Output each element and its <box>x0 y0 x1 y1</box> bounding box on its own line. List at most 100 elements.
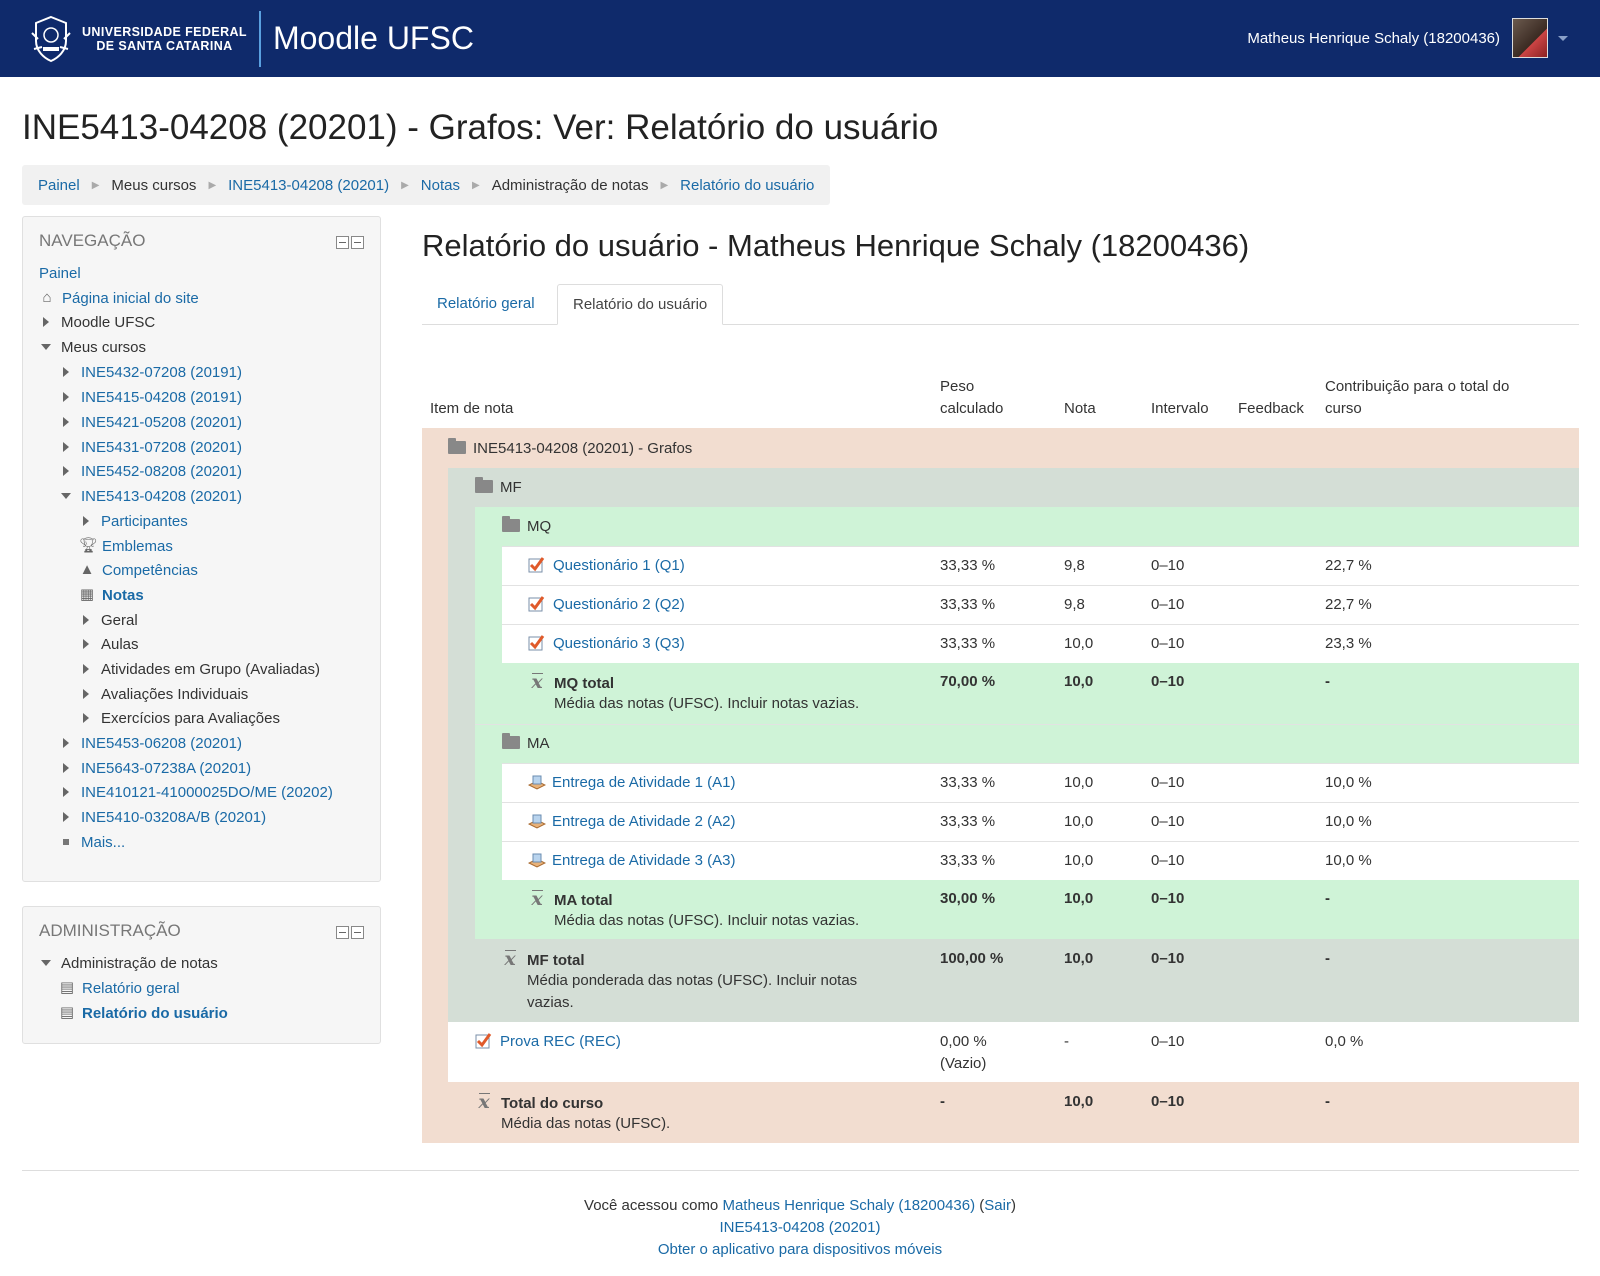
nav-painel[interactable]: Painel <box>39 262 81 284</box>
tab-relatorio-usuario[interactable]: Relatório do usuário <box>557 284 724 325</box>
site-name[interactable]: Moodle UFSC <box>273 20 474 57</box>
contribution-cell: 22,7 % <box>1325 596 1372 613</box>
grade-item-name: Questionário 2 (Q2) <box>553 596 685 613</box>
nav-home[interactable]: ⌂ Página inicial do site <box>39 287 199 309</box>
nav-section-aulas[interactable]: Aulas <box>83 633 139 655</box>
nav-course-label: INE5643-07238A (20201) <box>81 759 252 777</box>
grade-item-quiz-3[interactable]: Questionário 3 (Q3) <box>528 633 685 655</box>
mq-total-desc: Média das notas (UFSC). Incluir notas va… <box>554 695 860 712</box>
nav-course[interactable]: INE5453-06208 (20201) <box>63 732 242 754</box>
user-menu[interactable]: Matheus Henrique Schaly (18200436) <box>1247 18 1568 58</box>
mq-total-name: x MQ total <box>528 671 614 695</box>
nav-course-current[interactable]: INE5413-04208 (20201) <box>61 485 242 507</box>
admin-grades-section[interactable]: Administração de notas <box>41 952 218 974</box>
weight-cell: - <box>940 1093 945 1110</box>
nav-course[interactable]: INE5643-07238A (20201) <box>63 757 251 779</box>
dock-block-icon[interactable] <box>351 926 364 939</box>
report-title: Relatório do usuário - Matheus Henrique … <box>422 228 1250 263</box>
grade-item-rec[interactable]: Prova REC (REC) <box>475 1031 621 1053</box>
breadcrumb-course[interactable]: INE5413-04208 (20201) <box>228 177 389 194</box>
course-total-desc: Média das notas (UFSC). <box>501 1115 671 1132</box>
grade-item-assignment-3[interactable]: Entrega de Atividade 3 (A3) <box>528 850 735 872</box>
mf-total-row: x MF total Média ponderada das notas (UFS… <box>475 939 1579 1022</box>
nav-home-label: Página inicial do site <box>62 289 199 307</box>
nav-my-courses[interactable]: Meus cursos <box>41 336 146 358</box>
nav-course[interactable]: INE5431-07208 (20201) <box>63 436 242 458</box>
grade-item-assignment-1[interactable]: Entrega de Atividade 1 (A1) <box>528 772 735 794</box>
grade-item-quiz-2[interactable]: Questionário 2 (Q2) <box>528 594 685 616</box>
footer-divider <box>22 1170 1579 1171</box>
nav-course[interactable]: INE5452-08208 (20201) <box>63 460 242 482</box>
nav-course[interactable]: INE5415-04208 (20191) <box>63 386 242 408</box>
footer-mobile-app-link[interactable]: Obter o aplicativo para dispositivos móv… <box>658 1241 942 1258</box>
nav-moodle-ufsc-label: Moodle UFSC <box>61 313 156 331</box>
nav-section-atividades[interactable]: Atividades em Grupo (Avaliadas) <box>83 658 320 680</box>
expand-arrow-icon <box>83 664 89 674</box>
category-total-label: MA total <box>554 892 613 909</box>
range-cell: 0–10 <box>1151 557 1185 574</box>
breadcrumb-relatorio-usuario[interactable]: Relatório do usuário <box>680 177 814 194</box>
expand-arrow-icon <box>83 689 89 699</box>
nav-more[interactable]: Mais... <box>63 831 125 853</box>
grade-item-name: Questionário 3 (Q3) <box>553 635 685 652</box>
nav-moodle-ufsc[interactable]: Moodle UFSC <box>43 311 155 333</box>
table-row: Prova REC (REC) 0,00 % (Vazio) - 0–10 0,… <box>448 1022 1579 1082</box>
avatar[interactable] <box>1512 18 1548 58</box>
nav-section-exercicios[interactable]: Exercícios para Avaliações <box>83 707 280 729</box>
weight-cell: 0,00 % <box>940 1033 987 1050</box>
nav-emblemas[interactable]: 🏆︎ Emblemas <box>79 535 173 557</box>
nav-course[interactable]: INE5410-03208A/B (20201) <box>63 806 266 828</box>
nav-participantes[interactable]: Participantes <box>83 510 188 532</box>
footer-course-link[interactable]: INE5413-04208 (20201) <box>720 1219 881 1236</box>
nav-competencias[interactable]: ▲ Competências <box>79 559 198 581</box>
grade-item-quiz-1[interactable]: Questionário 1 (Q1) <box>528 555 685 577</box>
chevron-down-icon[interactable] <box>1558 35 1568 41</box>
admin-relatorio-geral[interactable]: ▤ Relatório geral <box>59 977 180 999</box>
mean-icon: x <box>528 671 546 693</box>
grade-cell: 10,0 <box>1064 1093 1094 1110</box>
dock-block-icon[interactable] <box>351 236 364 249</box>
table-row: Entrega de Atividade 3 (A3) 33,33 % 10,0… <box>502 841 1579 880</box>
nav-course[interactable]: INE410121-41000025DO/ME (20202) <box>63 781 333 803</box>
page-title: INE5413-04208 (20201) - Grafos: Ver: Rel… <box>22 108 939 147</box>
footer: Você acessou como Matheus Henrique Schal… <box>0 1195 1600 1261</box>
nav-competencias-label: Competências <box>102 561 198 579</box>
nav-notas[interactable]: ▦ Notas <box>79 584 144 606</box>
breadcrumb-notas[interactable]: Notas <box>421 177 460 194</box>
col-header-contribution: Contribuição para o total do curso <box>1325 376 1509 420</box>
contribution-cell: - <box>1325 673 1330 690</box>
contribution-cell: 0,0 % <box>1325 1033 1364 1050</box>
grade-item-assignment-2[interactable]: Entrega de Atividade 2 (A2) <box>528 811 735 833</box>
grade-cell: 10,0 <box>1064 774 1094 791</box>
nav-section-geral[interactable]: Geral <box>83 609 138 631</box>
collapse-block-icon[interactable] <box>336 236 349 249</box>
footer-user-link[interactable]: Matheus Henrique Schaly (18200436) <box>722 1197 975 1214</box>
weight-cell: 30,00 % <box>940 890 996 907</box>
contribution-cell: 10,0 % <box>1325 813 1372 830</box>
weight-cell: 33,33 % <box>940 557 996 574</box>
user-name[interactable]: Matheus Henrique Schaly (18200436) <box>1247 30 1500 47</box>
collapse-block-icon[interactable] <box>336 926 349 939</box>
admin-relatorio-usuario[interactable]: ▤ Relatório do usuário <box>59 1002 228 1024</box>
weight-cell: 33,33 % <box>940 852 996 869</box>
contribution-cell: - <box>1325 950 1330 967</box>
weight-cell: 70,00 % <box>940 673 996 690</box>
breadcrumb-separator-icon: ▶ <box>208 179 217 191</box>
grade-cell: 10,0 <box>1064 950 1094 967</box>
brand[interactable]: UNIVERSIDADE FEDERAL DE SANTA CATARINA M… <box>28 10 474 67</box>
contribution-cell: 10,0 % <box>1325 774 1372 791</box>
folder-icon <box>475 477 493 493</box>
nav-section-label: Exercícios para Avaliações <box>101 709 280 727</box>
weight-cell: 33,33 % <box>940 774 996 791</box>
tab-relatorio-geral[interactable]: Relatório geral <box>422 284 550 325</box>
logout-link[interactable]: Sair <box>984 1197 1011 1214</box>
breadcrumb-painel[interactable]: Painel <box>38 177 80 194</box>
administration-block-header: ADMINISTRAÇÃO <box>23 907 380 955</box>
nav-course[interactable]: INE5421-05208 (20201) <box>63 411 242 433</box>
nav-course[interactable]: INE5432-07208 (20191) <box>63 361 242 383</box>
breadcrumb-meus-cursos: Meus cursos <box>111 176 197 194</box>
breadcrumb-separator-icon: ▶ <box>91 179 100 191</box>
nav-participantes-label: Participantes <box>101 512 188 530</box>
nav-section-avaliacoes[interactable]: Avaliações Individuais <box>83 683 248 705</box>
expand-arrow-icon <box>63 763 69 773</box>
